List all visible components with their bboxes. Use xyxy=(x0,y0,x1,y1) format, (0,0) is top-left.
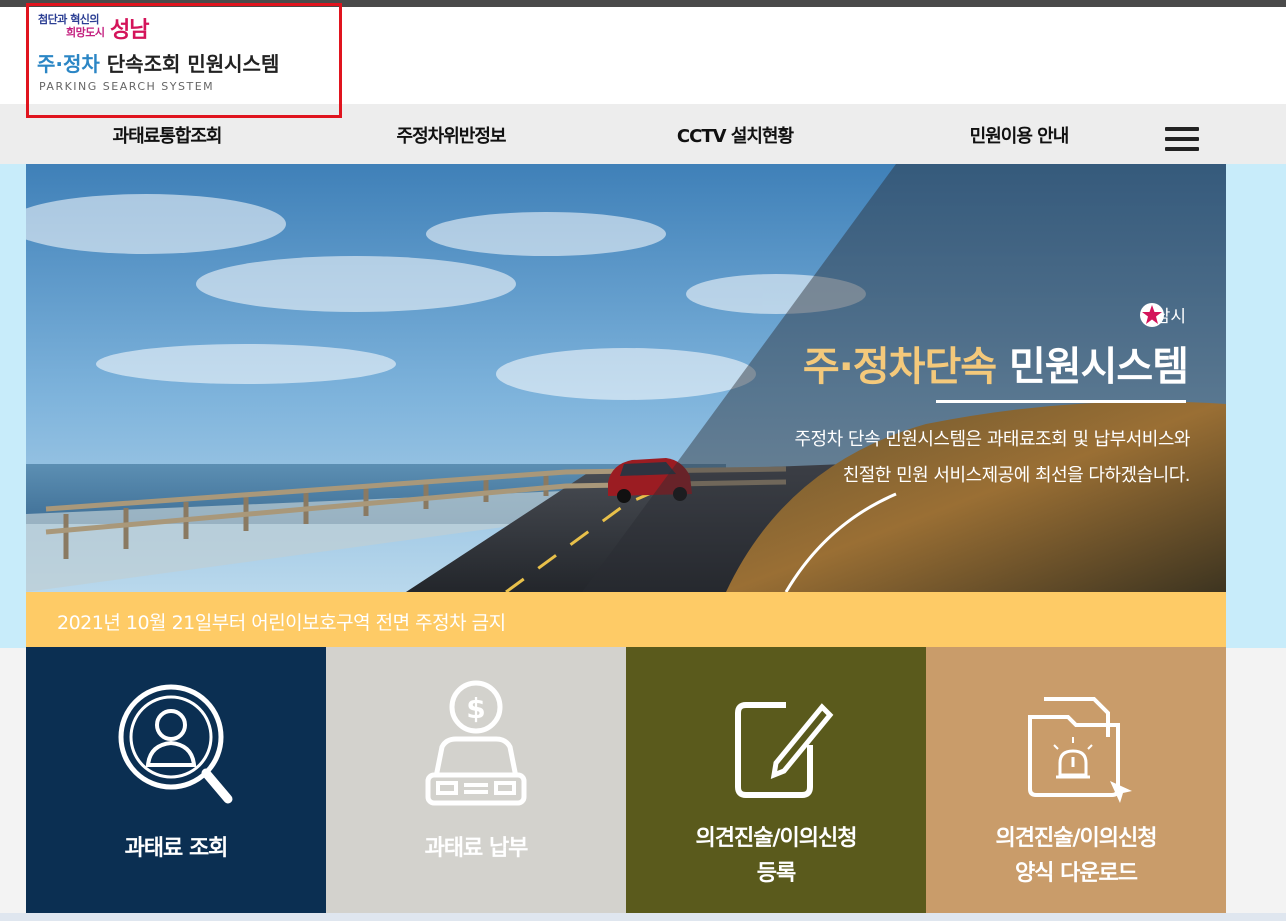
tile-objection-register-line2: 등록 xyxy=(756,861,796,886)
bottom-strip xyxy=(0,913,1286,921)
city-emblem-icon xyxy=(1140,303,1165,327)
hero-divider xyxy=(936,400,1186,403)
tile-objection-download[interactable]: 의견진술/이의신청 양식 다운로드 xyxy=(926,647,1226,913)
tile-fine-payment[interactable]: $ 과태료 납부 xyxy=(326,647,626,913)
tile-fine-inquiry-label: 과태료 조회 xyxy=(124,836,229,861)
nav-item-cctv[interactable]: CCTV 설치현황 xyxy=(615,104,855,164)
hero-description: 주정차 단속 민원시스템은 과태료조회 및 납부서비스와 친절한 민원 서비스제… xyxy=(795,422,1191,494)
tile-fine-inquiry[interactable]: 과태료 조회 xyxy=(26,647,326,913)
svg-text:$: $ xyxy=(466,692,485,725)
hero-banner: 성남시 주·정차단속 민원시스템 주정차 단속 민원시스템은 과태료조회 및 납… xyxy=(26,164,1226,592)
system-title: 주·정차 단속조회 민원시스템 xyxy=(37,48,279,77)
search-person-icon xyxy=(118,684,233,804)
car-payment-icon: $ xyxy=(425,680,527,806)
city-slogan: 첨단과 혁신의 희망도시 성남 xyxy=(38,11,178,47)
hero-title: 주·정차단속 민원시스템 xyxy=(802,334,1189,392)
tile-objection-register[interactable]: 의견진술/이의신청 등록 xyxy=(626,647,926,913)
folder-alert-icon xyxy=(1028,697,1132,803)
nav-item-guide[interactable]: 민원이용 안내 xyxy=(899,104,1139,164)
hero-title-rest: 민원시스템 xyxy=(996,344,1189,390)
system-title-accent: 주·정차 xyxy=(37,52,100,76)
hamburger-icon[interactable] xyxy=(1165,127,1199,153)
slogan-line2: 희망도시 xyxy=(66,26,105,39)
system-title-rest: 단속조회 민원시스템 xyxy=(99,52,280,76)
tile-objection-register-line1: 의견진술/이의신청 xyxy=(695,826,858,851)
site-logo[interactable]: 첨단과 혁신의 희망도시 성남 주·정차 단속조회 민원시스템 PARKING … xyxy=(26,3,342,118)
city-badge: 성남시 xyxy=(1139,302,1186,327)
edit-note-icon xyxy=(735,702,834,798)
system-subtitle: PARKING SEARCH SYSTEM xyxy=(39,80,215,93)
hero-desc-line2: 친절한 민원 서비스제공에 최선을 다하겠습니다. xyxy=(842,465,1191,486)
tile-objection-download-line1: 의견진술/이의신청 xyxy=(995,826,1158,851)
tile-objection-download-line2: 양식 다운로드 xyxy=(1014,861,1138,886)
hero-desc-line1: 주정차 단속 민원시스템은 과태료조회 및 납부서비스와 xyxy=(794,429,1191,450)
nav-item-violation-info[interactable]: 주정차위반정보 xyxy=(331,104,571,164)
notice-text: 2021년 10월 21일부터 어린이보호구역 전면 주정차 금지 xyxy=(57,612,506,634)
slogan-city: 성남 xyxy=(110,18,149,43)
tile-fine-payment-label: 과태료 납부 xyxy=(424,836,529,861)
hero-title-accent: 주·정차단속 xyxy=(802,344,997,390)
notice-banner[interactable]: 2021년 10월 21일부터 어린이보호구역 전면 주정차 금지 xyxy=(26,592,1226,648)
